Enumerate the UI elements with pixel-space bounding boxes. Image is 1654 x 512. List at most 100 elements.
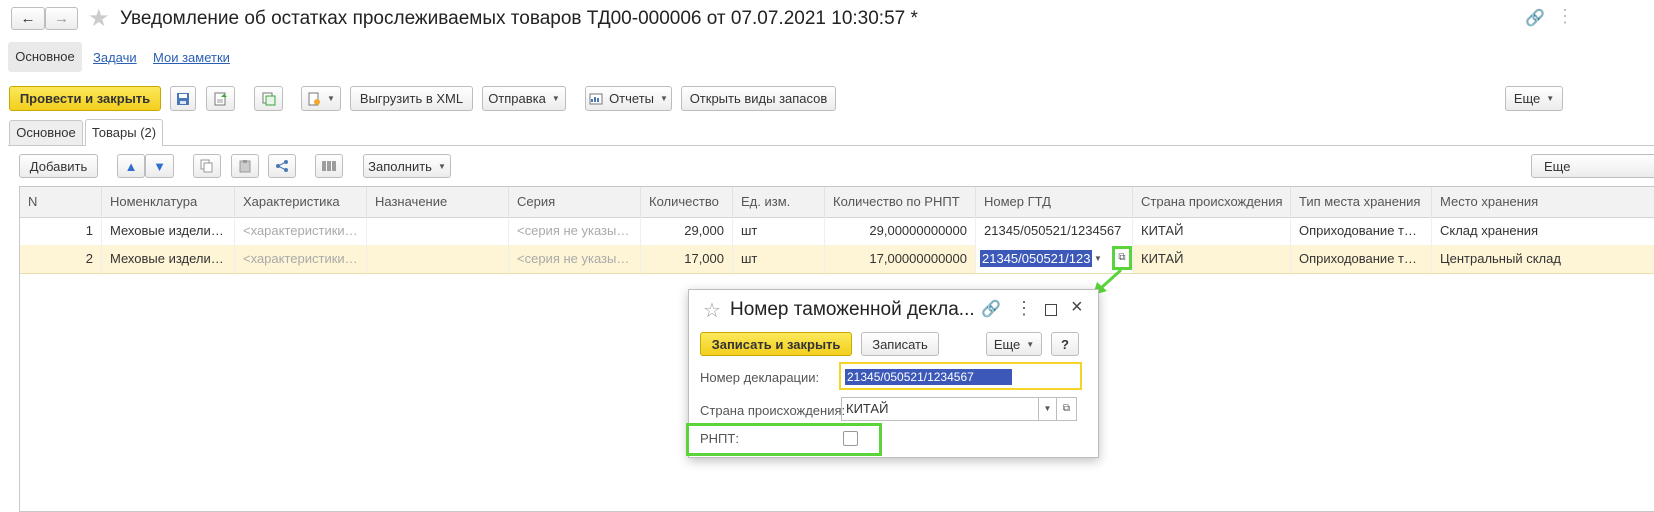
link-icon[interactable]: 🔗 <box>981 299 1001 319</box>
move-down-button[interactable]: ▼ <box>145 154 174 178</box>
table-row[interactable]: 1 Меховые изделия... <характеристики ...… <box>20 217 1654 246</box>
move-up-button[interactable]: ▲ <box>117 154 145 178</box>
cell-purpose[interactable] <box>367 217 509 245</box>
cell-country[interactable]: КИТАЙ <box>1133 245 1291 273</box>
col-storage-place[interactable]: Место хранения <box>1432 187 1654 217</box>
col-unit[interactable]: Ед. изм. <box>733 187 825 217</box>
copy-doc-button[interactable] <box>254 86 283 111</box>
country-label: Страна происхождения: <box>700 403 846 418</box>
nav-tab-tasks[interactable]: Задачи <box>93 50 137 65</box>
nav-tab-main[interactable]: Основное <box>8 42 82 72</box>
col-gtd[interactable]: Номер ГТД <box>976 187 1133 217</box>
cell-qty[interactable]: 29,000 <box>641 217 733 245</box>
dialog-save-button[interactable]: Записать <box>861 332 939 356</box>
paste-button[interactable] <box>231 154 259 178</box>
col-qty[interactable]: Количество <box>641 187 733 217</box>
cell-qty-rnpt[interactable]: 17,00000000000 <box>825 245 976 273</box>
send-button[interactable]: Отправка ▼ <box>482 86 566 111</box>
barcode-button[interactable] <box>315 154 343 178</box>
gtd-dialog: ☆ Номер таможенной декла... 🔗 ⋮ × Записа… <box>686 289 1099 458</box>
save-and-close-button[interactable]: Записать и закрыть <box>700 332 852 356</box>
col-characteristic[interactable]: Характеристика <box>235 187 367 217</box>
close-icon[interactable]: × <box>1071 296 1083 319</box>
goods-more-button[interactable]: Еще <box>1531 154 1654 178</box>
rnpt-label: РНПТ: <box>700 431 739 446</box>
chevron-down-icon: ▼ <box>1546 94 1555 103</box>
table-row-selected[interactable]: 2 Меховые изделия... <характеристики ...… <box>20 245 1654 274</box>
cell-purpose[interactable] <box>367 245 509 273</box>
cell-characteristic[interactable]: <характеристики ... <box>235 245 367 273</box>
chevron-down-icon: ▼ <box>327 94 335 103</box>
col-n[interactable]: N <box>20 187 102 217</box>
forward-button[interactable]: → <box>45 7 78 30</box>
link-icon[interactable]: 🔗 <box>1525 8 1545 28</box>
country-open-button[interactable]: ⧉ <box>1057 397 1077 421</box>
col-purpose[interactable]: Назначение <box>367 187 509 217</box>
dialog-more-button[interactable]: Еще ▼ <box>986 332 1042 356</box>
tab-main[interactable]: Основное <box>9 120 83 145</box>
post-and-close-button[interactable]: Провести и закрыть <box>9 86 161 111</box>
back-button[interactable]: ← <box>11 7 45 30</box>
cell-qty-rnpt[interactable]: 29,00000000000 <box>825 217 976 245</box>
col-qty-rnpt[interactable]: Количество по РНПТ <box>825 187 976 217</box>
menu-dots-icon[interactable]: ⋮ <box>1556 6 1574 27</box>
col-country[interactable]: Страна происхождения <box>1133 187 1291 217</box>
cell-characteristic[interactable]: <характеристики ... <box>235 217 367 245</box>
cell-storage-place[interactable]: Склад хранения <box>1432 217 1654 245</box>
report-icon <box>589 93 603 104</box>
country-field[interactable]: КИТАЙ <box>841 397 1039 421</box>
cell-item[interactable]: Меховые изделия... <box>102 217 235 245</box>
declaration-label: Номер декларации: <box>700 370 820 385</box>
fill-button[interactable]: Заполнить ▼ <box>363 154 451 178</box>
paste-icon <box>239 160 251 173</box>
copy-icon <box>200 159 213 173</box>
col-storage-type[interactable]: Тип места хранения <box>1291 187 1432 217</box>
post-button[interactable] <box>206 86 235 111</box>
arrow-left-icon: ← <box>20 10 36 27</box>
open-gtd-button[interactable]: ⧉ <box>1112 246 1132 270</box>
cell-unit[interactable]: шт <box>733 217 825 245</box>
open-stock-types-button[interactable]: Открыть виды запасов <box>681 86 836 111</box>
more-button[interactable]: Еще ▼ <box>1505 86 1563 111</box>
reports-button[interactable]: Отчеты ▼ <box>585 86 672 111</box>
copy-row-button[interactable] <box>193 154 221 178</box>
maximize-icon[interactable] <box>1045 304 1057 316</box>
arrow-up-icon: ▲ <box>124 158 138 174</box>
tab-goods[interactable]: Товары (2) <box>85 119 163 146</box>
chevron-down-icon: ▼ <box>1026 339 1035 349</box>
declaration-input[interactable]: 21345/050521/1234567 <box>839 362 1082 390</box>
post-doc-icon <box>214 92 227 105</box>
cell-storage-type[interactable]: Оприходование тов... <box>1291 245 1432 273</box>
col-item[interactable]: Номенклатура <box>102 187 235 217</box>
arrow-right-icon: → <box>54 10 69 27</box>
favorite-star-icon[interactable]: ★ <box>88 4 110 33</box>
share-button[interactable] <box>268 154 296 178</box>
cell-storage-place[interactable]: Центральный склад <box>1432 245 1654 273</box>
add-row-button[interactable]: Добавить <box>19 154 98 178</box>
cell-series[interactable]: <серия не указыв... <box>509 217 641 245</box>
gtd-input[interactable]: 21345/050521/123 <box>980 250 1093 267</box>
menu-dots-icon[interactable]: ⋮ <box>1015 298 1033 319</box>
cell-series[interactable]: <серия не указыв... <box>509 245 641 273</box>
create-based-on-button[interactable]: ▼ <box>301 86 341 111</box>
chevron-down-icon: ▼ <box>551 94 560 103</box>
save-button[interactable] <box>170 86 196 111</box>
rnpt-checkbox[interactable] <box>843 431 858 446</box>
table-header: N Номенклатура Характеристика Назначение… <box>20 187 1654 218</box>
col-series[interactable]: Серия <box>509 187 641 217</box>
cell-storage-type[interactable]: Оприходование тов... <box>1291 217 1432 245</box>
cell-gtd[interactable]: 21345/050521/1234567 <box>976 217 1133 245</box>
cell-qty[interactable]: 17,000 <box>641 245 733 273</box>
country-dropdown-button[interactable]: ▼ <box>1039 397 1057 421</box>
export-xml-button[interactable]: Выгрузить в XML <box>350 86 473 111</box>
tabs-baseline <box>8 145 1654 146</box>
help-button[interactable]: ? <box>1051 332 1079 356</box>
nav-tab-notes[interactable]: Мои заметки <box>153 50 230 65</box>
cell-country[interactable]: КИТАЙ <box>1133 217 1291 245</box>
cell-unit[interactable]: шт <box>733 245 825 273</box>
favorite-star-icon[interactable]: ☆ <box>703 298 721 323</box>
cell-item[interactable]: Меховые изделия... <box>102 245 235 273</box>
page-title: Уведомление об остатках прослеживаемых т… <box>120 8 918 29</box>
document-icon <box>308 92 321 105</box>
chevron-down-icon: ▼ <box>660 94 668 103</box>
